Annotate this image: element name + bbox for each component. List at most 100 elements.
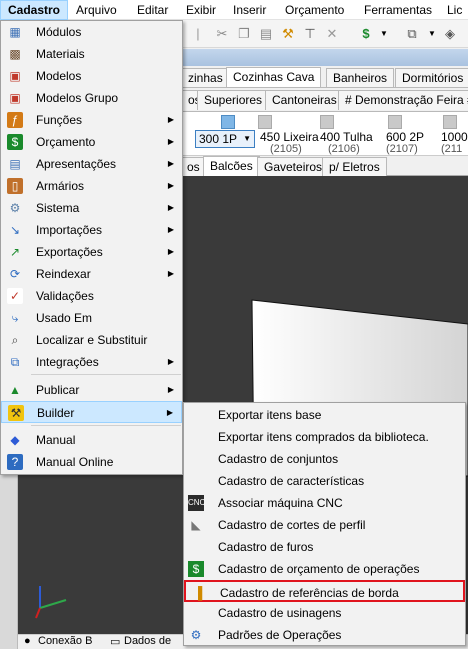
tab-eletros[interactable]: p/ Eletros <box>322 157 387 176</box>
status-connection[interactable]: Conexão B <box>38 635 92 647</box>
submenu-item-label: Cadastro de furos <box>218 540 314 554</box>
hammer-icon[interactable]: ⚒ <box>279 25 297 43</box>
status-data[interactable]: Dados de <box>124 635 171 647</box>
tab-cozinhas-cava[interactable]: Cozinhas Cava <box>226 67 322 87</box>
tab-cantoneiras[interactable]: Cantoneiras <box>265 90 344 110</box>
menu-item-manual[interactable]: ◆ Manual <box>1 429 182 451</box>
submenu-item-3[interactable]: Cadastro de características <box>184 470 465 492</box>
menu-item-label: Modelos <box>36 69 82 83</box>
thumbnail-title: 400 Tulha <box>320 130 373 144</box>
tab-balcoes[interactable]: Balcões <box>203 156 260 176</box>
submenu-item-7[interactable]: $ Cadastro de orçamento de operações <box>184 558 465 580</box>
tool-icon[interactable]: ⊤ <box>301 25 319 43</box>
modules-icon: ▦ <box>9 25 21 39</box>
menu-item-fun-es[interactable]: ƒ Funções ▶ <box>1 109 182 131</box>
thumbnail-code: (2106) <box>328 143 360 155</box>
menu-item-label: Integrações <box>36 355 99 369</box>
tab-gaveteiros[interactable]: Gaveteiros <box>257 157 330 176</box>
menu-item-label: Materiais <box>36 47 85 61</box>
menu-cadastro[interactable]: Cadastro <box>0 0 69 20</box>
cabinet-thumb-icon <box>388 115 402 129</box>
menu-item-apresenta-es[interactable]: ▤ Apresentações ▶ <box>1 153 182 175</box>
thumbnail-item[interactable]: 600 2P (2107) <box>386 112 436 155</box>
menu-lic[interactable]: Lic <box>440 0 468 20</box>
chevron-right-icon: ▶ <box>167 159 174 168</box>
axis-gizmo-icon <box>35 586 67 619</box>
tab-dormitorios[interactable]: Dormitórios <box>395 68 468 87</box>
menu-exibir[interactable]: Exibir <box>179 0 223 20</box>
submenu-item-1[interactable]: Exportar itens comprados da biblioteca. <box>184 426 465 448</box>
submenu-item-label: Cadastro de referências de borda <box>220 586 399 600</box>
thumbnail-code: (211 <box>441 143 463 155</box>
submenu-item-label: Cadastro de conjuntos <box>218 452 339 466</box>
submenu-item-5[interactable]: ◣ Cadastro de cortes de perfil <box>184 514 465 536</box>
menu-item-integra-es[interactable]: ⧉ Integrações ▶ <box>1 351 182 373</box>
cut-icon[interactable]: ✂ <box>213 25 231 43</box>
menu-ferramentas[interactable]: Ferramentas <box>357 0 439 20</box>
menu-editar[interactable]: Editar <box>130 0 175 20</box>
submenu-item-label: Padrões de Operações <box>218 628 342 642</box>
layers-icon[interactable]: ◈ <box>441 25 459 43</box>
menu-item-modelos-grupo[interactable]: ▣ Modelos Grupo <box>1 87 182 109</box>
menu-arquivo[interactable]: Arquivo <box>69 0 124 20</box>
menu-item-reindexar[interactable]: ⟳ Reindexar ▶ <box>1 263 182 285</box>
delete-icon[interactable]: ✕ <box>323 25 341 43</box>
paste-icon[interactable]: ▤ <box>257 25 275 43</box>
thumbnail-item[interactable]: 400 Tulha (2106) <box>320 112 380 155</box>
cabinet-thumb-icon <box>221 115 235 129</box>
menu-item-modelos[interactable]: ▣ Modelos <box>1 65 182 87</box>
menu-item-manual-online[interactable]: ? Manual Online <box>1 451 182 473</box>
window-icon[interactable]: ⧉ <box>403 25 421 43</box>
menu-item-m-dulos[interactable]: ▦ Módulos <box>1 21 182 43</box>
tab-banheiros[interactable]: Banheiros <box>326 68 395 87</box>
menu-orcamento[interactable]: Orçamento <box>278 0 351 20</box>
chevron-right-icon: ▶ <box>167 269 174 278</box>
money-icon[interactable]: $ <box>357 25 375 43</box>
menu-item-importa-es[interactable]: ↘ Importações ▶ <box>1 219 182 241</box>
menu-inserir[interactable]: Inserir <box>226 0 273 20</box>
submenu-item-9[interactable]: Cadastro de usinagens <box>184 602 465 624</box>
submenu-item-0[interactable]: Exportar itens base <box>184 404 465 426</box>
chevron-down-icon[interactable]: ▼ <box>423 25 441 43</box>
menu-item-builder[interactable]: ⚒ Builder ▶ <box>1 401 182 423</box>
document-icon: ▭ <box>110 636 121 648</box>
menu-item-or-amento[interactable]: $ Orçamento ▶ <box>1 131 182 153</box>
submenu-item-label: Cadastro de cortes de perfil <box>218 518 366 532</box>
tab-superiores[interactable]: Superiores <box>197 90 270 110</box>
tab-demonstracao-feira[interactable]: # Demonstração Feira # <box>338 90 468 110</box>
menu-item-sistema[interactable]: ⚙ Sistema ▶ <box>1 197 182 219</box>
submenu-item-10[interactable]: ⚙ Padrões de Operações <box>184 624 465 646</box>
selected-module-combo[interactable]: 300 1P ▼ <box>195 130 255 148</box>
submenu-item-8[interactable]: ▐ Cadastro de referências de borda <box>184 580 465 602</box>
menu-item-usado-em[interactable]: ⤷ Usado Em <box>1 307 182 329</box>
copy-icon[interactable]: ❐ <box>235 25 253 43</box>
chevron-down-icon[interactable]: ▼ <box>375 25 393 43</box>
menu-item-localizar-e-substituir[interactable]: ⌕ Localizar e Substituir <box>1 329 182 351</box>
menu-item-arm-rios[interactable]: ▯ Armários ▶ <box>1 175 182 197</box>
submenu-item-4[interactable]: CNC Associar máquina CNC <box>184 492 465 514</box>
thumbnail-title: 1000 <box>441 130 468 144</box>
menu-item-valida-es[interactable]: ✓ Validações <box>1 285 182 307</box>
tab-cozinhas[interactable]: zinhas <box>183 68 230 87</box>
chevron-right-icon: ▶ <box>167 115 174 124</box>
thumbnail-item[interactable]: 1000 (211 <box>441 112 468 155</box>
help-online-icon: ? <box>7 454 23 470</box>
status-connection-icon: ● <box>24 635 31 647</box>
menu-item-materiais[interactable]: ▩ Materiais <box>1 43 182 65</box>
cabinets-icon: ▯ <box>7 178 23 194</box>
menu-item-label: Sistema <box>36 201 80 215</box>
system-gear-icon: ⚙ <box>9 201 21 215</box>
menu-item-label: Validações <box>36 289 94 303</box>
menu-item-label: Módulos <box>36 25 82 39</box>
thumbnail-item[interactable]: 450 Lixeira (2105) <box>258 112 319 155</box>
submenu-item-2[interactable]: Cadastro de conjuntos <box>184 448 465 470</box>
builder-icon: ⚒ <box>8 405 24 421</box>
submenu-item-6[interactable]: Cadastro de furos <box>184 536 465 558</box>
menu-item-publicar[interactable]: ▲ Publicar ▶ <box>1 379 182 401</box>
reindex-icon: ⟳ <box>9 267 21 281</box>
menu-item-exporta-es[interactable]: ↗ Exportações ▶ <box>1 241 182 263</box>
chevron-right-icon: ▶ <box>167 225 174 234</box>
combo-value: 300 1P <box>199 132 238 146</box>
menu-item-label: Armários <box>36 179 85 193</box>
toolbar: | ✂ ❐ ▤ ⚒ ⊤ ✕ $ ▼ ⧉ ▼ ◈ <box>183 20 468 48</box>
